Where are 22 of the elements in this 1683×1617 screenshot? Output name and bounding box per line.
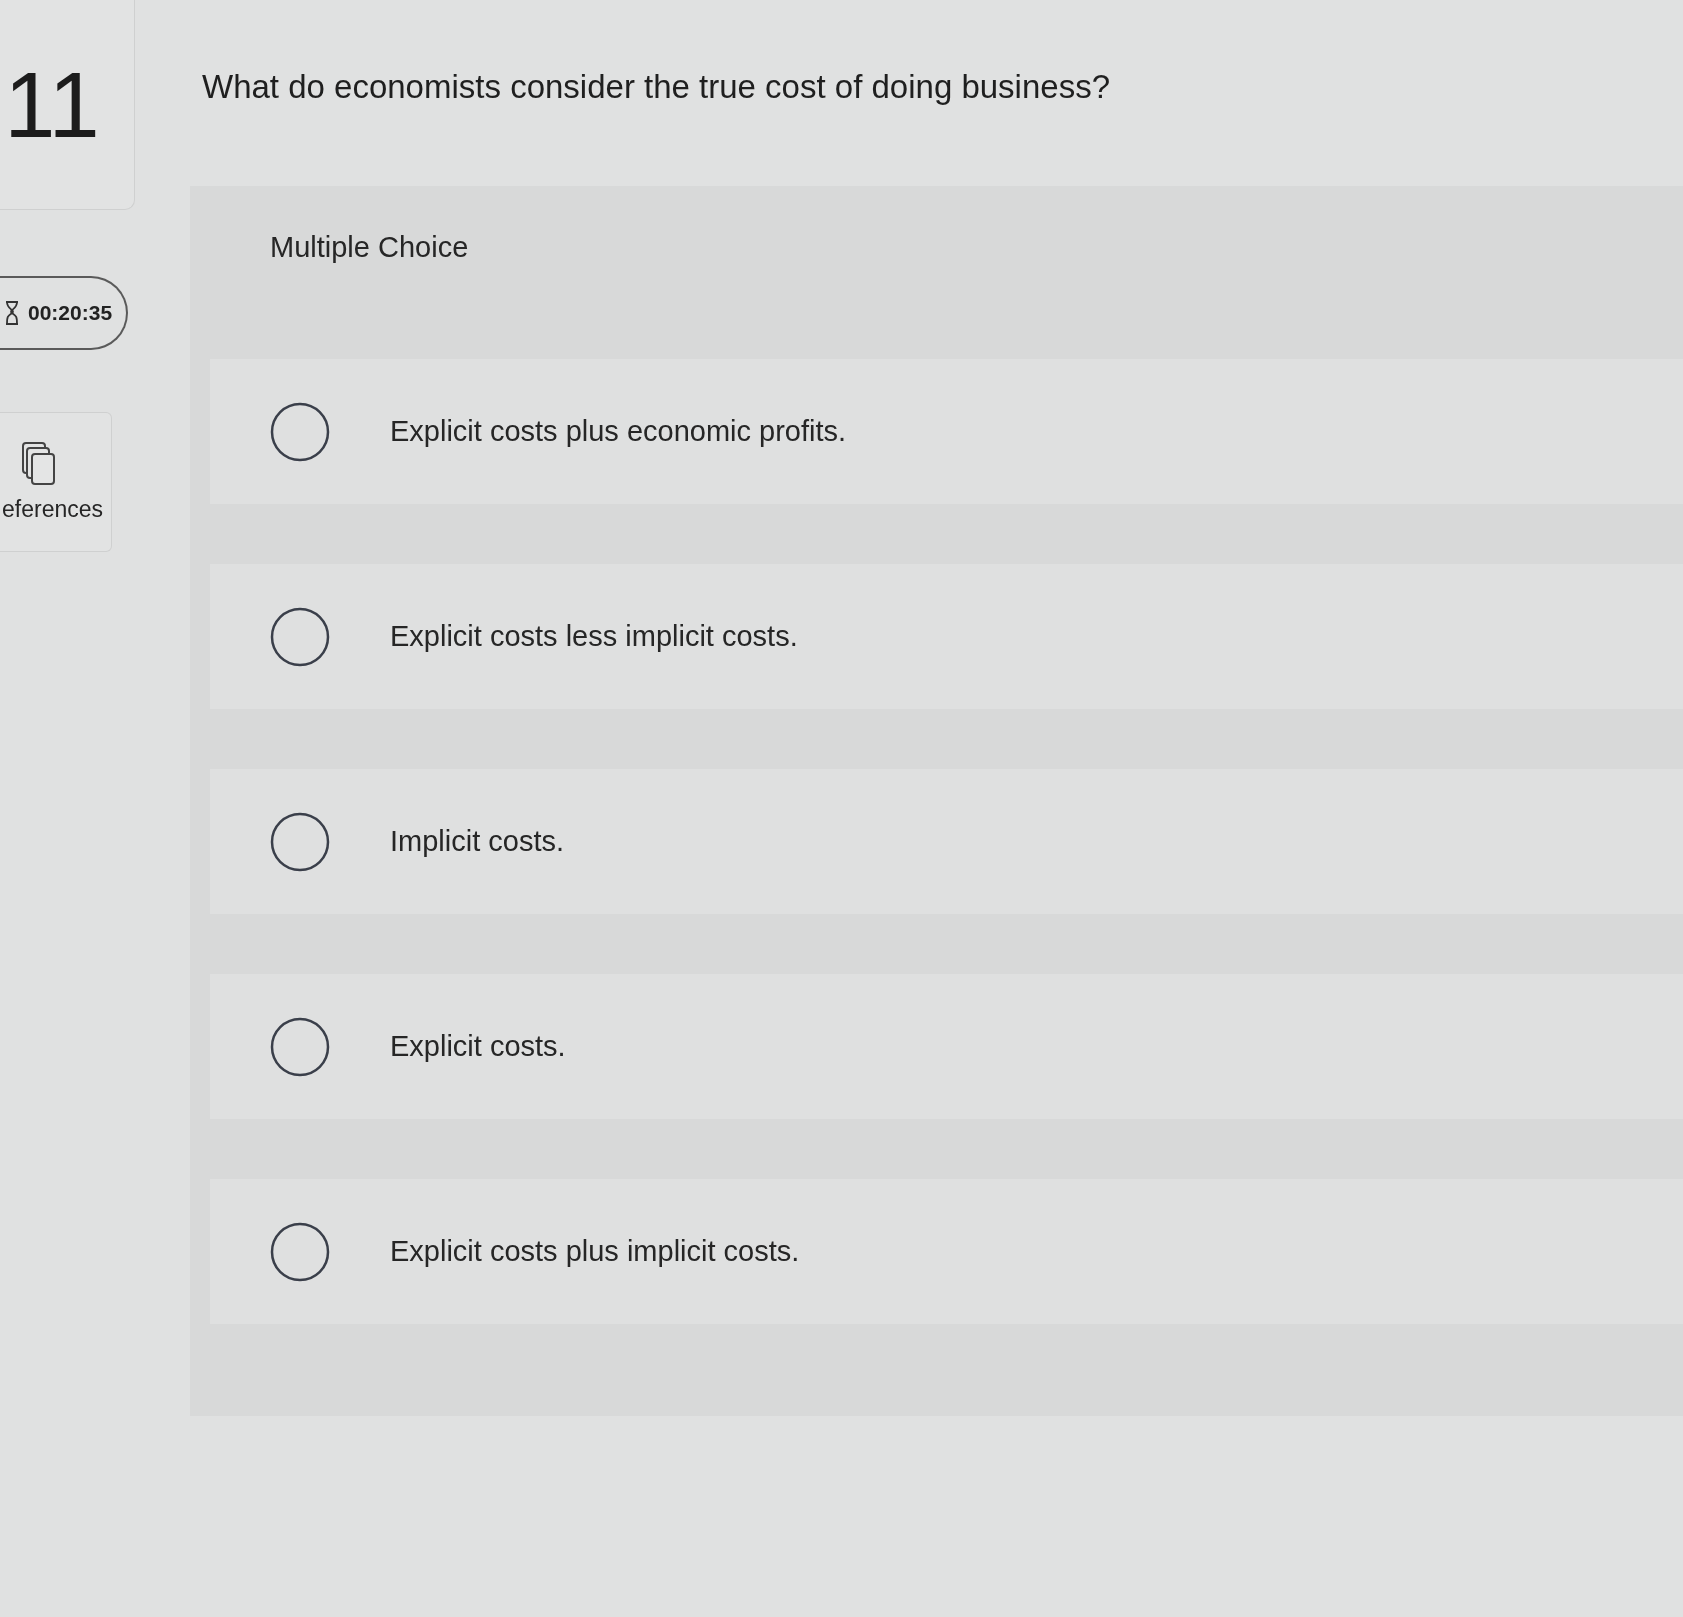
question-number: 11 — [4, 58, 100, 151]
answer-option[interactable]: Implicit costs. — [210, 769, 1683, 914]
option-text: Implicit costs. — [390, 825, 565, 858]
option-text: Explicit costs plus implicit costs. — [390, 1235, 800, 1268]
question-text: What do economists consider the true cost of doing business? — [202, 68, 1111, 106]
radio-button[interactable] — [270, 401, 330, 462]
question-type-label: Multiple Choice — [270, 231, 470, 264]
option-text: Explicit costs. — [390, 1030, 566, 1063]
option-text: Explicit costs plus economic profits. — [390, 415, 847, 448]
hourglass-icon — [4, 301, 20, 325]
answer-option[interactable]: Explicit costs less implicit costs. — [210, 564, 1683, 709]
radio-button[interactable] — [270, 811, 330, 872]
radio-button[interactable] — [270, 1016, 330, 1077]
answer-option[interactable]: Explicit costs. — [210, 974, 1683, 1119]
answer-option[interactable]: Explicit costs plus economic profits. — [210, 359, 1683, 504]
references-button[interactable]: eferences — [0, 412, 112, 552]
answer-option[interactable]: Explicit costs plus implicit costs. — [210, 1179, 1683, 1324]
option-text: Explicit costs less implicit costs. — [390, 620, 798, 653]
documents-icon — [22, 441, 56, 486]
radio-button[interactable] — [270, 1221, 330, 1282]
radio-button[interactable] — [270, 606, 330, 667]
timer-text: 00:20:35 — [28, 301, 113, 325]
